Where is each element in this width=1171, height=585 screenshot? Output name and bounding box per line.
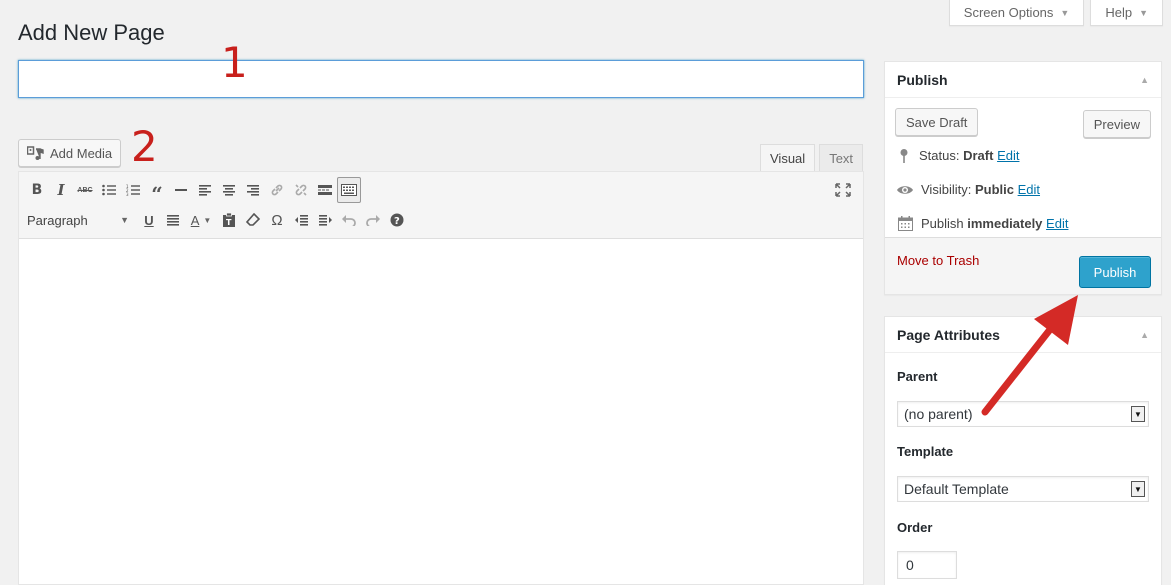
- help-icon[interactable]: ?: [385, 207, 409, 233]
- publish-label: Publish: [921, 216, 964, 231]
- annotation-number-one: 1: [221, 38, 248, 87]
- align-right-button[interactable]: [241, 177, 265, 203]
- media-icon: [27, 146, 45, 160]
- numbered-list-button[interactable]: 123: [121, 177, 145, 203]
- template-select-value: Default Template: [904, 481, 1009, 497]
- eye-icon: [897, 185, 913, 195]
- strikethrough-button[interactable]: ABC: [73, 177, 97, 203]
- calendar-icon: [897, 216, 913, 231]
- outdent-button[interactable]: [289, 207, 313, 233]
- caret-down-icon: ▼: [1060, 7, 1070, 18]
- visibility-label: Visibility:: [921, 182, 972, 197]
- move-to-trash-link[interactable]: Move to Trash: [897, 253, 979, 268]
- format-select-value: Paragraph: [27, 212, 88, 228]
- help-button[interactable]: Help ▼: [1090, 0, 1163, 26]
- toolbar-row-1: B I ABC 123 “: [25, 177, 361, 204]
- italic-button[interactable]: I: [49, 177, 73, 203]
- parent-select-value: (no parent): [904, 406, 973, 422]
- status-label: Status:: [919, 148, 960, 163]
- screen-options-button[interactable]: Screen Options ▼: [948, 0, 1085, 26]
- insert-link-button[interactable]: [265, 177, 289, 203]
- order-label: Order: [897, 520, 933, 535]
- screen-options-label: Screen Options: [963, 5, 1054, 20]
- underline-button[interactable]: U: [137, 207, 161, 233]
- editor-mode-tabs: Visual Text: [760, 144, 864, 172]
- bullet-list-button[interactable]: [97, 177, 121, 203]
- publish-box: Publish ▲ Save Draft Preview Status: Dra…: [884, 61, 1162, 295]
- add-media-button[interactable]: Add Media: [18, 139, 122, 167]
- distraction-free-icon[interactable]: [833, 180, 853, 200]
- editor-content-area[interactable]: [19, 240, 863, 584]
- add-media-label: Add Media: [50, 145, 113, 161]
- read-more-button[interactable]: [313, 177, 337, 203]
- publish-box-header[interactable]: Publish ▲: [885, 62, 1161, 98]
- special-character-button[interactable]: Ω: [265, 207, 289, 233]
- template-label: Template: [897, 444, 954, 459]
- blockquote-button[interactable]: “: [145, 177, 169, 204]
- editor-toolbar: B I ABC 123 “ Paragraph ▼ U A ▼ T Ω ?: [19, 172, 863, 239]
- page-attributes-title: Page Attributes: [897, 326, 1000, 343]
- svg-text:?: ?: [394, 216, 400, 227]
- page-attributes-box: Page Attributes ▲ Parent (no parent) ▼ T…: [884, 316, 1162, 585]
- select-arrow-icon: ▼: [1131, 481, 1145, 497]
- collapse-toggle-icon[interactable]: ▲: [1140, 75, 1149, 85]
- edit-visibility-link[interactable]: Edit: [1018, 182, 1040, 197]
- redo-icon[interactable]: [361, 207, 385, 233]
- page-attributes-header[interactable]: Page Attributes ▲: [885, 317, 1161, 353]
- status-row: Status: Draft Edit: [897, 148, 1019, 163]
- svg-text:3: 3: [126, 192, 129, 196]
- pin-icon: [897, 148, 911, 163]
- format-select[interactable]: Paragraph ▼: [25, 208, 133, 232]
- save-draft-button[interactable]: Save Draft: [895, 108, 979, 136]
- page-title: Add New Page: [18, 20, 165, 45]
- publish-button[interactable]: Publish: [1079, 256, 1151, 288]
- publish-box-title: Publish: [897, 71, 948, 88]
- justify-button[interactable]: [161, 207, 185, 233]
- order-input[interactable]: 0: [897, 551, 957, 579]
- content-editor: B I ABC 123 “ Paragraph ▼ U A ▼ T Ω ?: [18, 171, 864, 585]
- help-label: Help: [1105, 5, 1133, 20]
- tab-visual[interactable]: Visual: [760, 144, 816, 172]
- parent-select[interactable]: (no parent) ▼: [897, 401, 1149, 427]
- visibility-row: Visibility: Public Edit: [897, 182, 1040, 197]
- align-left-button[interactable]: [193, 177, 217, 203]
- clear-formatting-icon[interactable]: [241, 207, 265, 233]
- tab-text[interactable]: Text: [819, 144, 864, 172]
- indent-button[interactable]: [313, 207, 337, 233]
- align-center-button[interactable]: [217, 177, 241, 203]
- select-arrow-icon: ▼: [1131, 406, 1145, 422]
- visibility-value: Public: [974, 182, 1014, 197]
- parent-label: Parent: [897, 369, 938, 384]
- page-title-input[interactable]: [18, 60, 864, 98]
- publish-date-row: Publish immediately Edit: [897, 216, 1068, 231]
- horizontal-line-button[interactable]: [169, 177, 193, 203]
- status-value: Draft: [963, 148, 994, 163]
- collapse-toggle-icon[interactable]: ▲: [1140, 330, 1149, 340]
- edit-status-link[interactable]: Edit: [997, 148, 1019, 163]
- bold-button[interactable]: B: [25, 177, 49, 203]
- preview-button[interactable]: Preview: [1082, 110, 1151, 138]
- caret-down-icon: ▼: [1139, 7, 1148, 18]
- edit-publish-date-link[interactable]: Edit: [1046, 216, 1068, 231]
- text-color-button[interactable]: A ▼: [185, 207, 217, 233]
- paste-as-text-icon[interactable]: T: [217, 207, 241, 233]
- screen-meta-links: Screen Options ▼ Help ▼: [948, 0, 1163, 26]
- major-publishing-actions: Move to Trash Publish: [885, 237, 1161, 294]
- toolbar-toggle-button[interactable]: [337, 177, 361, 203]
- publish-value: immediately: [967, 216, 1043, 231]
- annotation-number-two: 2: [131, 122, 158, 171]
- undo-icon[interactable]: [337, 207, 361, 233]
- remove-link-button[interactable]: [289, 177, 313, 203]
- caret-down-icon: ▼: [120, 215, 129, 225]
- svg-text:T: T: [226, 218, 232, 227]
- toolbar-row-2: Paragraph ▼ U A ▼ T Ω ?: [25, 207, 409, 233]
- template-select[interactable]: Default Template ▼: [897, 476, 1149, 502]
